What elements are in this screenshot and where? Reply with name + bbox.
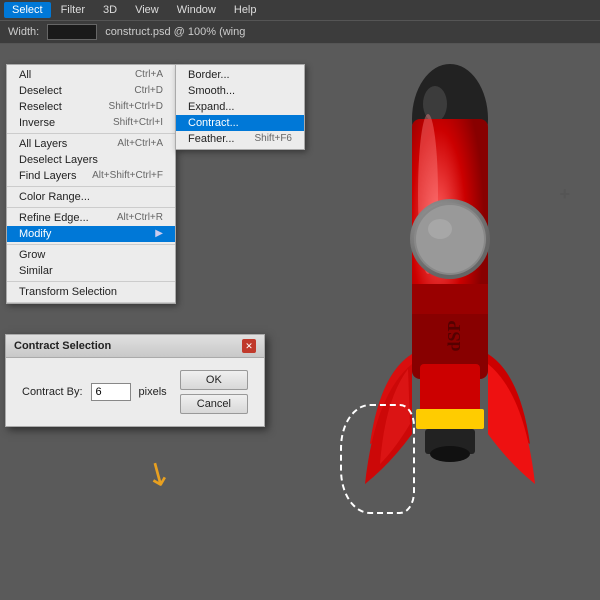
select-menu-section-6: Transform Selection [7,282,175,303]
canvas-title: construct.psd @ 100% (wing [105,26,245,38]
menu-window[interactable]: Window [169,2,224,18]
menu-select[interactable]: Select [4,2,51,18]
select-modify[interactable]: Modify ▶ [7,226,175,242]
select-menu-section-2: All Layers Alt+Ctrl+A Deselect Layers Fi… [7,134,175,187]
arrow-2: ↘ [137,450,179,496]
select-deselect[interactable]: Deselect Ctrl+D [7,83,175,99]
dialog-buttons: OK Cancel [180,370,248,414]
select-menu-section-3: Color Range... [7,187,175,208]
select-grow[interactable]: Grow [7,247,175,263]
select-all[interactable]: All Ctrl+A [7,67,175,83]
select-menu-section-1: All Ctrl+A Deselect Ctrl+D Reselect Shif… [7,65,175,134]
pixels-label: pixels [139,386,167,398]
menu-3d[interactable]: 3D [95,2,125,18]
menu-view[interactable]: View [127,2,167,18]
modify-border[interactable]: Border... [176,67,304,83]
select-refine-edge[interactable]: Refine Edge... Alt+Ctrl+R [7,210,175,226]
select-color-range[interactable]: Color Range... [7,189,175,205]
dialog-close-button[interactable]: ✕ [242,339,256,353]
contract-selection-dialog: Contract Selection ✕ Contract By: pixels… [5,334,265,427]
menu-filter[interactable]: Filter [53,2,93,18]
modify-expand[interactable]: Expand... [176,99,304,115]
select-inverse[interactable]: Inverse Shift+Ctrl+I [7,115,175,131]
cancel-button[interactable]: Cancel [180,394,248,414]
width-label: Width: [8,26,39,38]
contract-by-input[interactable] [91,383,131,401]
select-deselect-layers[interactable]: Deselect Layers [7,152,175,168]
width-input[interactable] [47,24,97,40]
rocket-area: dSP [320,64,580,584]
dialog-title-bar: Contract Selection ✕ [6,335,264,358]
svg-text:dSP: dSP [444,320,464,351]
menu-help[interactable]: Help [226,2,265,18]
select-similar[interactable]: Similar [7,263,175,279]
select-find-layers[interactable]: Find Layers Alt+Shift+Ctrl+F [7,168,175,184]
select-menu-section-4: Refine Edge... Alt+Ctrl+R Modify ▶ [7,208,175,245]
menu-bar: Select Filter 3D View Window Help [0,0,600,20]
dialog-body: Contract By: pixels OK Cancel [6,358,264,426]
select-menu: All Ctrl+A Deselect Ctrl+D Reselect Shif… [6,64,176,304]
canvas-area: All Ctrl+A Deselect Ctrl+D Reselect Shif… [0,44,600,600]
options-bar: Width: construct.psd @ 100% (wing [0,20,600,44]
dialog-title-text: Contract Selection [14,340,111,352]
ok-button[interactable]: OK [180,370,248,390]
modify-contract[interactable]: Contract... [176,115,304,131]
modify-submenu: Border... Smooth... Expand... Contract..… [175,64,305,150]
select-reselect[interactable]: Reselect Shift+Ctrl+D [7,99,175,115]
select-all-layers[interactable]: All Layers Alt+Ctrl+A [7,136,175,152]
contract-by-label: Contract By: [22,386,83,398]
select-menu-section-5: Grow Similar [7,245,175,282]
modify-feather[interactable]: Feather... Shift+F6 [176,131,304,147]
select-transform-selection[interactable]: Transform Selection [7,284,175,300]
modify-smooth[interactable]: Smooth... [176,83,304,99]
